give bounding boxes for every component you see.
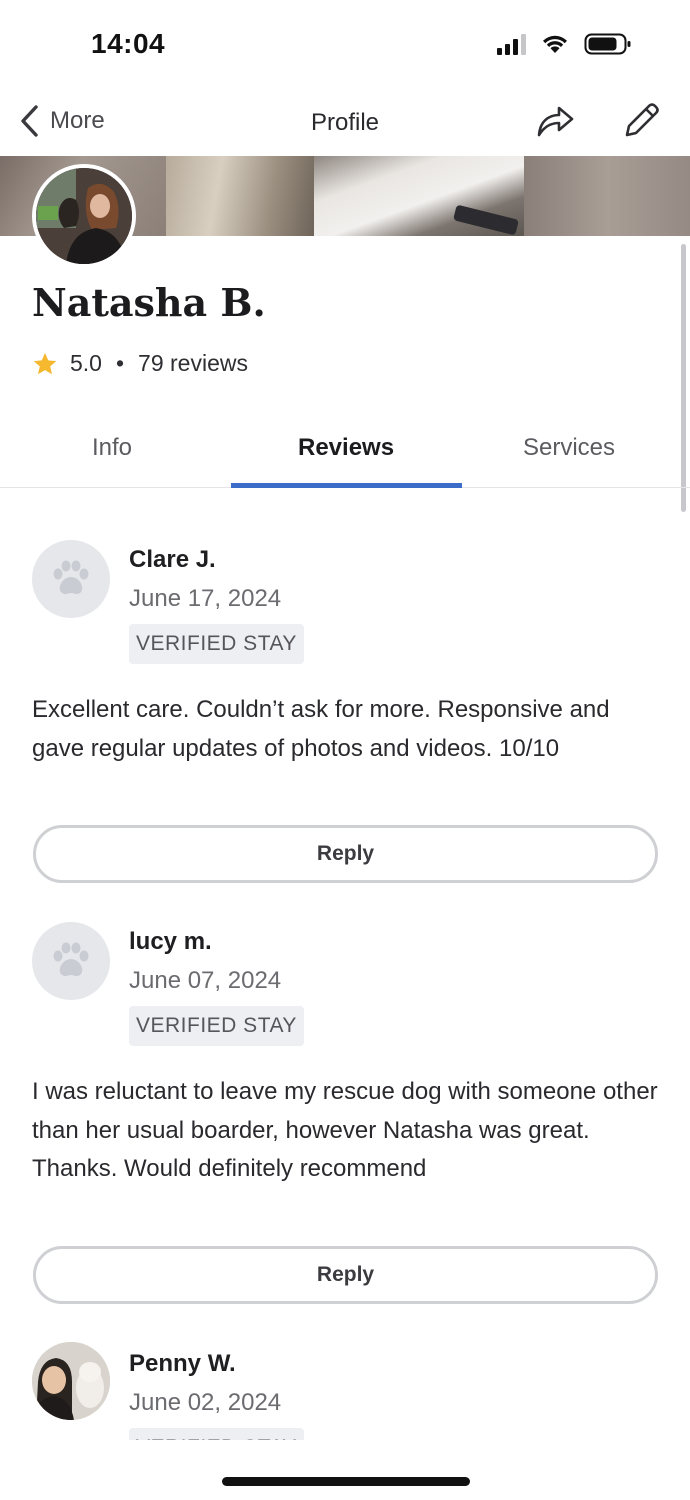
signal-icon xyxy=(497,33,526,55)
review-date: June 17, 2024 xyxy=(129,585,282,612)
paw-icon xyxy=(53,942,89,977)
rating-value: 5.0 xyxy=(70,350,102,376)
page-title: Profile xyxy=(310,109,380,136)
reviewer-avatar xyxy=(32,922,110,1000)
profile-avatar[interactable] xyxy=(32,164,136,268)
share-button[interactable] xyxy=(534,100,576,147)
review-date: June 07, 2024 xyxy=(129,967,282,994)
reviewer-name: Penny W. xyxy=(129,1350,236,1377)
review-text: I was reluctant to leave my rescue dog w… xyxy=(32,1078,658,1182)
reviews-count[interactable]: 79 reviews xyxy=(138,350,248,377)
paw-icon xyxy=(53,560,89,595)
wifi-icon xyxy=(543,35,567,53)
share-icon xyxy=(537,106,574,137)
pencil-icon xyxy=(625,103,659,137)
profile-photo xyxy=(36,168,132,264)
review-date: June 02, 2024 xyxy=(129,1389,282,1416)
tab-services[interactable]: Services xyxy=(523,434,615,462)
battery-icon xyxy=(584,33,631,55)
rating-row: 5.0 • 79 reviews xyxy=(32,350,248,377)
separator: • xyxy=(115,350,125,376)
reviewer-photo xyxy=(32,1342,110,1420)
verified-stay-badge: VERIFIED STAY xyxy=(129,1006,304,1046)
active-tab-indicator xyxy=(231,483,462,488)
status-time: 14:04 xyxy=(91,28,166,59)
home-indicator[interactable] xyxy=(222,1477,470,1486)
status-bar: 14:04 xyxy=(0,0,690,92)
bottom-safe-area xyxy=(0,1440,690,1500)
reviewer-avatar xyxy=(32,1342,110,1420)
reply-button[interactable]: Reply xyxy=(33,825,658,883)
cover-photo[interactable] xyxy=(166,156,314,236)
tab-info[interactable]: Info xyxy=(92,434,132,462)
reviewer-name: lucy m. xyxy=(129,928,212,955)
cover-photo[interactable] xyxy=(314,156,524,236)
reply-button[interactable]: Reply xyxy=(33,1246,658,1304)
status-icons xyxy=(497,32,632,56)
edit-button[interactable] xyxy=(618,100,662,149)
nav-bar: More Profile xyxy=(0,92,690,156)
reviewer-name: Clare J. xyxy=(129,546,216,573)
reviewer-avatar xyxy=(32,540,110,618)
star-icon xyxy=(33,352,57,374)
cover-photo[interactable] xyxy=(524,156,690,236)
profile-name: Natasha B. xyxy=(32,280,266,325)
verified-stay-badge: VERIFIED STAY xyxy=(129,624,304,664)
review-text: Excellent care. Couldn’t ask for more. R… xyxy=(32,696,610,762)
screen: 14:04 More Profile Natasha B. 5.0 • 79 r… xyxy=(0,0,690,1500)
tab-bar: Info Reviews Services xyxy=(0,420,690,488)
tab-reviews[interactable]: Reviews xyxy=(298,434,394,462)
